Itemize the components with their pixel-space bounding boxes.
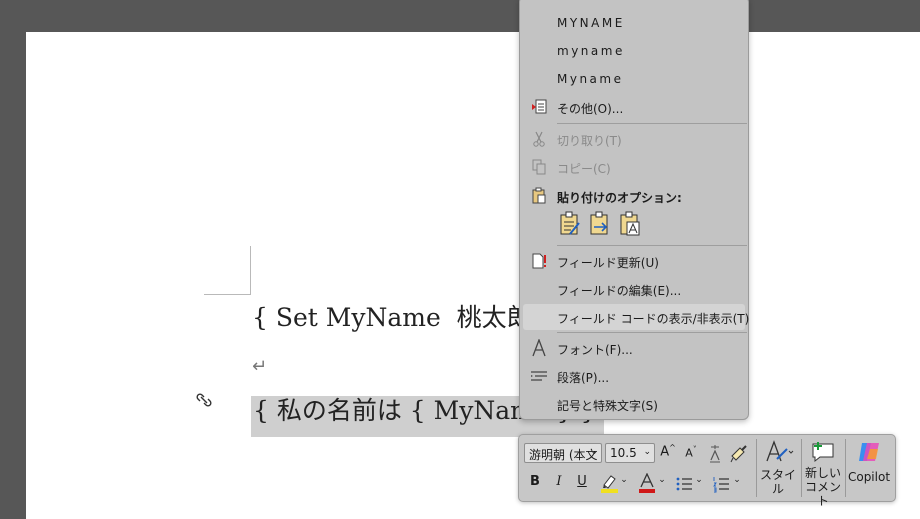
highlight-icon[interactable] (599, 473, 621, 493)
menu-item-label: myname (557, 44, 625, 58)
chevron-down-icon[interactable]: ⌄ (658, 475, 666, 495)
menu-separator (557, 245, 747, 246)
menu-item-copy[interactable]: コピー(C) (520, 154, 748, 180)
underline-icon: U (577, 474, 587, 489)
menu-item-lowercase[interactable]: myname (520, 38, 748, 64)
chevron-down-icon[interactable]: ⌄ (733, 475, 741, 495)
menu-item-label: Myname (557, 72, 624, 86)
menu-item-label: 段落(P)... (557, 371, 610, 385)
menu-item-label: 記号と特殊文字(S) (557, 399, 658, 413)
phonetic-guide-icon[interactable] (706, 443, 724, 463)
menu-item-label: フィールド コードの表示/非表示(T) (557, 312, 750, 326)
new-comment-icon (812, 442, 834, 463)
chevron-down-icon: ⌄ (590, 447, 598, 457)
menu-separator (557, 332, 747, 333)
menu-item-label: コピー(C) (557, 162, 611, 176)
menu-item-label: フィールド更新(U) (557, 256, 659, 270)
menu-item-cut[interactable]: 切り取り(T) (520, 126, 748, 152)
underline-button[interactable]: U (574, 474, 590, 494)
menu-item-label: フィールドの編集(E)... (557, 284, 682, 298)
chevron-down-icon[interactable]: ⌄ (620, 475, 628, 495)
menu-item-update-field[interactable]: フィールド更新(U) (520, 248, 748, 274)
styles-button[interactable]: スタイル (759, 439, 797, 496)
font-name-combo[interactable]: 游明朝 (本文 ⌄ (524, 443, 602, 463)
grow-font-button[interactable]: A^ (659, 443, 677, 463)
bullet-list-icon[interactable] (675, 474, 693, 494)
chevron-down-icon[interactable]: ⌄ (695, 475, 703, 495)
menu-item-label: その他(O)... (557, 102, 624, 116)
bold-icon: B (530, 474, 540, 489)
link-anchor-icon (196, 393, 212, 407)
toolbar-separator (756, 439, 757, 497)
styles-icon (766, 440, 794, 462)
toolbar-separator (801, 439, 802, 497)
paste-keep-source-icon[interactable] (558, 211, 582, 237)
font-icon (532, 339, 546, 357)
paragraph-icon (531, 371, 547, 381)
scissors-icon (533, 131, 545, 147)
copilot-icon (859, 443, 879, 461)
menu-item-label: フォント(F)... (557, 343, 633, 357)
menu-item-font[interactable]: フォント(F)... (520, 335, 748, 361)
menu-item-paragraph[interactable]: 段落(P)... (520, 363, 748, 389)
chevron-down-icon: ⌄ (643, 447, 651, 457)
format-painter-icon[interactable] (729, 443, 749, 463)
context-menu: MYNAME myname Myname その他(O)... 切り取り(T) コ… (519, 0, 749, 420)
menu-item-label: MYNAME (557, 16, 625, 30)
clipboard-icon (532, 187, 546, 204)
menu-item-uppercase[interactable]: MYNAME (520, 10, 748, 36)
margin-corner-mark (250, 246, 251, 294)
styles-label: スタイル (759, 468, 796, 496)
new-comment-button[interactable]: 新しい コメント (803, 439, 843, 508)
menu-item-label: 切り取り(T) (557, 134, 622, 148)
more-options-icon (532, 99, 547, 114)
menu-item-titlecase[interactable]: Myname (520, 66, 748, 92)
update-field-icon (532, 253, 546, 269)
paste-options-header: 貼り付けのオプション: (520, 183, 748, 209)
grow-font-icon: A (660, 444, 670, 460)
margin-corner-mark (204, 294, 251, 295)
font-color-icon[interactable] (637, 473, 657, 493)
mini-toolbar: 游明朝 (本文 ⌄ 10.5 ⌄ A^ A˅ スタイル 新しい コメント Cop… (518, 434, 896, 508)
menu-separator (557, 123, 747, 124)
paragraph-mark: ↵ (252, 356, 268, 377)
font-name-value: 游明朝 (本文 (529, 448, 598, 462)
font-size-combo[interactable]: 10.5 ⌄ (605, 443, 655, 463)
new-comment-label-2: コメント (804, 480, 841, 508)
menu-item-label: 貼り付けのオプション: (557, 191, 682, 205)
numbered-list-icon[interactable] (712, 474, 730, 494)
italic-button[interactable]: I (551, 474, 567, 494)
menu-item-symbols[interactable]: 記号と特殊文字(S) (520, 391, 748, 417)
menu-item-toggle-field-codes[interactable]: フィールド コードの表示/非表示(T) (523, 304, 749, 330)
font-size-value: 10.5 (610, 446, 637, 460)
bold-button[interactable]: B (527, 474, 543, 494)
field-line-set[interactable]: { Set MyName 桃太郎 (252, 305, 532, 330)
menu-item-more[interactable]: その他(O)... (520, 94, 748, 120)
shrink-font-button[interactable]: A˅ (682, 443, 700, 465)
paste-option-group (558, 211, 648, 239)
paste-text-only-icon[interactable] (618, 211, 642, 237)
copy-icon (532, 159, 546, 175)
new-comment-label-1: 新しい (804, 466, 841, 480)
shrink-font-icon: A (685, 446, 693, 460)
menu-item-edit-field[interactable]: フィールドの編集(E)... (520, 276, 748, 302)
copilot-button[interactable]: Copilot (846, 439, 892, 484)
paste-merge-format-icon[interactable] (588, 211, 612, 237)
italic-icon: I (556, 474, 562, 489)
copilot-label: Copilot (847, 470, 891, 484)
